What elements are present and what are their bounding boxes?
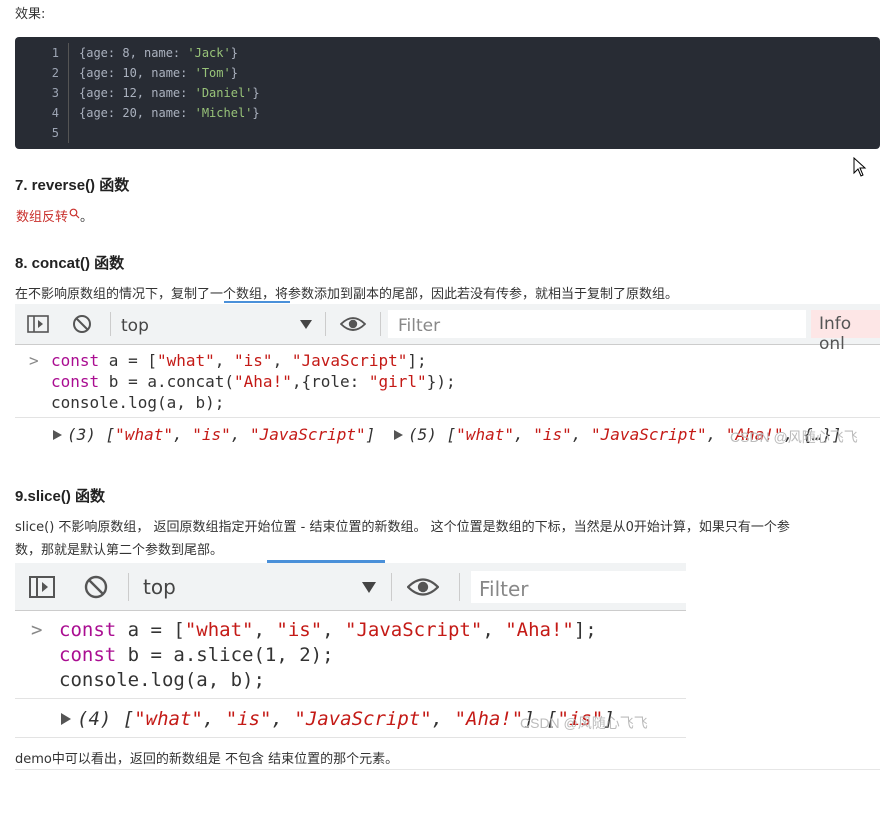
context-selector[interactable]: top (143, 575, 176, 599)
footer-note: demo中可以看出，返回的新数组是 不包含 结束位置的那个元素。 (15, 752, 399, 767)
section-heading-concat: 8. concat() 函数 (15, 255, 125, 272)
context-dropdown-icon[interactable] (360, 578, 378, 596)
watermark: CSDN @风随心飞飞 (730, 429, 858, 445)
line-number: 5 (51, 126, 59, 140)
console-line: const b = a.concat("Aha!",{role: "girl"}… (51, 372, 456, 391)
toolbar-divider (325, 312, 326, 336)
array-reverse-link[interactable]: 数组反转 (16, 210, 68, 225)
expand-triangle-icon[interactable] (394, 430, 403, 440)
console-divider (15, 698, 686, 699)
code-lines: {age: 8, name: 'Jack'} {age: 10, name: '… (79, 43, 260, 143)
console-line: console.log(a, b); (51, 393, 225, 412)
effect-label: 效果: (15, 7, 46, 22)
log-levels-dropdown[interactable]: Info onl (811, 310, 880, 354)
toolbar-divider (459, 573, 460, 601)
section-heading-slice: 9.slice() 函数 (15, 488, 106, 505)
toolbar-divider (391, 573, 392, 601)
code-line: {age: 10, name: 'Tom'} (79, 66, 238, 80)
concat-desc: 在不影响原数组的情况下，复制了一个数组，将参数添加到副本的尾部，因此若没有传参，… (15, 287, 679, 302)
console-toolbar: top Filter Info onl (15, 304, 880, 354)
reverse-desc: 数组反转。 (16, 206, 93, 225)
scroll-highlight (224, 301, 290, 303)
gutter-divider (68, 43, 69, 143)
console-line: const a = ["what", "is", "JavaScript"]; (51, 351, 427, 370)
sidebar-toggle-icon[interactable] (27, 573, 57, 601)
console-line: console.log(a, b); (59, 669, 265, 691)
console-prompt-icon: > (29, 351, 39, 370)
filter-placeholder: Filter (398, 316, 441, 336)
code-block: 1 2 3 4 5 {age: 8, name: 'Jack'} {age: 1… (15, 37, 880, 149)
mouse-cursor-icon (853, 157, 867, 177)
console-input-block: > const a = ["what", "is", "JavaScript",… (15, 618, 686, 696)
toolbar-divider (128, 573, 129, 601)
toolbar-divider (110, 312, 111, 336)
line-number: 2 (51, 66, 59, 80)
console-output-row: (3) ["what", "is", "JavaScript"] (5) ["w… (15, 423, 880, 449)
watermark: CSDN @风随心飞飞 (520, 715, 648, 731)
log-levels-label: Info onl (819, 314, 852, 354)
code-line: {age: 20, name: 'Michel'} (79, 106, 260, 120)
clear-console-icon[interactable] (81, 573, 111, 601)
bottom-divider (15, 769, 880, 770)
console-divider (15, 737, 686, 738)
filter-input[interactable]: Filter (388, 310, 806, 338)
console-input-block: > const a = ["what", "is", "JavaScript"]… (15, 350, 880, 416)
console-toolbar: top Filter (15, 563, 686, 611)
line-number: 3 (51, 86, 59, 100)
code-line: {age: 8, name: 'Jack'} (79, 46, 238, 60)
line-number: 4 (51, 106, 59, 120)
filter-placeholder: Filter (479, 577, 529, 601)
filter-input[interactable]: Filter (471, 571, 686, 603)
line-numbers: 1 2 3 4 5 (15, 43, 65, 143)
sidebar-toggle-icon[interactable] (25, 312, 51, 336)
code-line: {age: 12, name: 'Daniel'} (79, 86, 260, 100)
console-line: const a = ["what", "is", "JavaScript", "… (59, 619, 597, 641)
slice-desc-line-1: slice() 不影响原数组， 返回原数组指定开始位置 - 结束位置的新数组。 … (15, 520, 790, 535)
output-array-a[interactable]: (3) ["what", "is", "JavaScript"] (67, 423, 375, 447)
slice-desc-line-2: 数，那就是默认第二个参数到尾部。 (15, 543, 224, 558)
live-expression-eye-icon[interactable] (405, 573, 441, 601)
context-selector[interactable]: top (121, 316, 149, 336)
live-expression-eye-icon[interactable] (338, 312, 368, 336)
console-prompt-icon: > (31, 619, 43, 641)
search-icon (69, 208, 80, 219)
trail-text: 。 (80, 210, 94, 225)
context-dropdown-icon[interactable] (298, 316, 314, 332)
expand-triangle-icon[interactable] (53, 430, 62, 440)
expand-triangle-icon[interactable] (61, 713, 71, 725)
toolbar-divider (380, 312, 381, 336)
line-number: 1 (51, 46, 59, 60)
section-heading-reverse: 7. reverse() 函数 (15, 177, 130, 194)
console-line: const b = a.slice(1, 2); (59, 644, 334, 666)
console-output-row: (4) ["what", "is", "JavaScript", "Aha!"]… (15, 705, 686, 735)
clear-console-icon[interactable] (69, 312, 95, 336)
console-divider (15, 417, 880, 418)
